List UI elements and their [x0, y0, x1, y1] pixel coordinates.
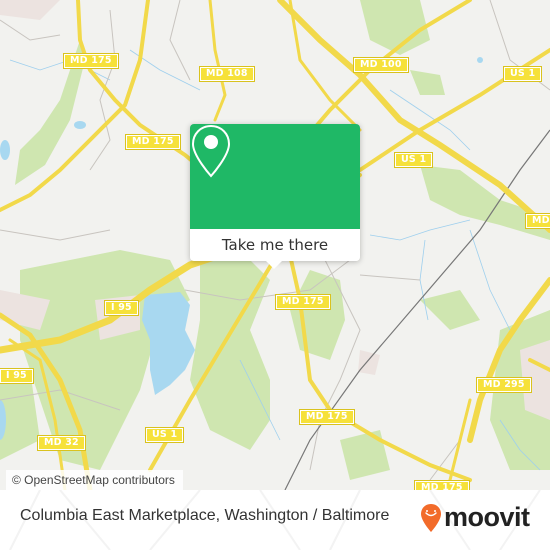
- footer: Columbia East Marketplace, Washington / …: [0, 490, 550, 550]
- moovit-smile-pin-icon: [421, 503, 441, 532]
- road-label-md295: MD 295: [476, 377, 532, 393]
- road-label-md175-south: MD 175: [299, 409, 355, 425]
- road-label-i95-center: I 95: [104, 300, 139, 316]
- road-label-us1-south: US 1: [144, 427, 185, 443]
- road-label-md100: MD 100: [353, 57, 409, 73]
- destination-popup: Take me there: [190, 124, 360, 269]
- moovit-logo[interactable]: moovit: [420, 502, 530, 533]
- location-title: Columbia East Marketplace, Washington / …: [20, 507, 390, 524]
- road-label-md175-w: MD 175: [125, 134, 181, 150]
- moovit-brand-name: moovit: [444, 502, 530, 532]
- road-label-us1-ne: US 1: [502, 66, 543, 82]
- location-pin-icon: [191, 124, 231, 178]
- take-me-there-button[interactable]: Take me there: [190, 229, 360, 261]
- popup-header: [190, 124, 360, 229]
- take-me-there-label: Take me there: [221, 236, 329, 254]
- map-attribution[interactable]: © OpenStreetMap contributors: [6, 470, 183, 490]
- road-label-md-east: MD: [525, 213, 550, 229]
- road-label-md175-bottom: MD 175: [414, 480, 470, 490]
- road-label-md32: MD 32: [37, 435, 86, 451]
- road-label-md175-nw: MD 175: [63, 53, 119, 69]
- popup-pointer: [266, 261, 282, 269]
- road-label-i95-west: I 95: [0, 368, 34, 384]
- map-view[interactable]: MD 175 MD 108 MD 100 US 1 MD 175 US 1 MD…: [0, 0, 550, 490]
- road-label-md175-center: MD 175: [275, 294, 331, 310]
- road-label-us1-center: US 1: [393, 152, 434, 168]
- road-label-md108: MD 108: [199, 66, 255, 82]
